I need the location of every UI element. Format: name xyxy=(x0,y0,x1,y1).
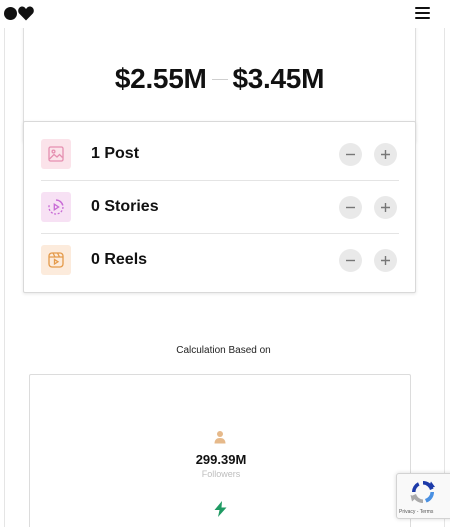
calculation-heading: Calculation Based on xyxy=(176,345,271,356)
plus-icon xyxy=(381,255,390,265)
menu-line xyxy=(415,12,430,14)
decrement-posts-button[interactable] xyxy=(339,142,362,166)
image-icon xyxy=(41,139,71,169)
recaptcha-footer[interactable]: Privacy - Terms xyxy=(399,509,433,515)
menu-line xyxy=(415,7,430,9)
minus-icon xyxy=(346,259,355,261)
recaptcha-badge[interactable]: Privacy - Terms xyxy=(396,473,450,519)
counter-row-stories: 0 Stories xyxy=(41,181,399,233)
reels-icon xyxy=(41,245,71,275)
plus-icon xyxy=(381,149,390,159)
calculation-stats-card: 299.39M Followers xyxy=(29,374,411,527)
page: $2.55M $3.45M 1 Post 0 Stories 0 Reels C… xyxy=(0,0,450,527)
content-counter-card: 1 Post 0 Stories 0 Reels xyxy=(23,121,416,293)
minus-icon xyxy=(346,153,355,155)
minus-icon xyxy=(346,206,355,208)
counter-row-reels: 0 Reels xyxy=(41,234,399,286)
lightning-bolt-icon xyxy=(214,501,227,517)
decrement-reels-button[interactable] xyxy=(339,248,362,272)
counter-label-stories: 0 Stories xyxy=(91,198,159,215)
menu-line xyxy=(415,17,430,19)
plus-icon xyxy=(381,202,390,212)
counter-row-posts: 1 Post xyxy=(41,128,399,180)
value-range: $2.55M $3.45M xyxy=(24,59,415,99)
value-low: $2.55M xyxy=(114,63,207,94)
top-bar xyxy=(0,0,450,28)
value-high: $3.45M xyxy=(232,63,325,94)
range-dash xyxy=(211,78,228,80)
dot-heart-logo[interactable] xyxy=(4,6,34,22)
heart-icon xyxy=(18,6,34,21)
person-icon xyxy=(214,431,226,444)
counter-label-reels: 0 Reels xyxy=(91,251,148,268)
recaptcha-logo-icon xyxy=(410,480,435,504)
content-area: $2.55M $3.45M 1 Post 0 Stories 0 Reels C… xyxy=(0,28,447,527)
increment-reels-button[interactable] xyxy=(374,248,397,272)
hamburger-menu-icon[interactable] xyxy=(415,7,430,20)
followers-count: 299.39M xyxy=(195,452,247,467)
increment-stories-button[interactable] xyxy=(374,195,397,219)
dot-icon xyxy=(4,7,17,20)
followers-label: Followers xyxy=(201,469,241,479)
increment-posts-button[interactable] xyxy=(374,142,397,166)
decrement-stories-button[interactable] xyxy=(339,195,362,219)
story-play-icon xyxy=(41,192,71,222)
counter-label-posts: 1 Post xyxy=(91,145,140,162)
